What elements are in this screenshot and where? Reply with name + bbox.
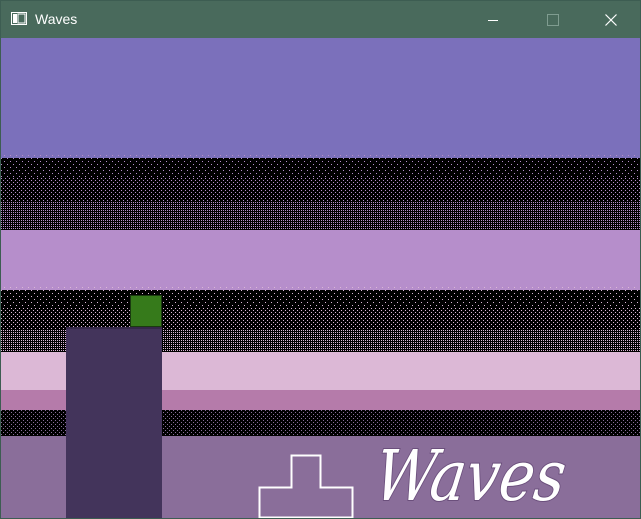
sky-dither-1: [1, 154, 640, 178]
title-bar[interactable]: Waves: [1, 1, 640, 38]
sky-top: [1, 38, 640, 158]
player-block[interactable]: [130, 295, 162, 327]
game-scene: Waves: [1, 38, 640, 518]
sky-dither-5: [1, 308, 640, 330]
minimize-icon: [488, 19, 498, 21]
pillar-edge: [66, 327, 162, 329]
minimize-button[interactable]: [470, 1, 516, 38]
window-title: Waves: [35, 11, 78, 27]
pillar-platform: [66, 327, 162, 518]
sky-dither-2: [1, 178, 640, 202]
close-button[interactable]: [588, 1, 634, 38]
sky-mid: [1, 230, 640, 290]
waves-logo: Waves: [370, 435, 571, 517]
sky-dither-3: [1, 202, 640, 230]
game-viewport[interactable]: Waves: [1, 38, 640, 518]
close-icon: [605, 13, 617, 26]
app-window-icon: [11, 12, 27, 25]
sky-dither-4: [1, 286, 640, 308]
maximize-button[interactable]: [530, 1, 576, 38]
maximize-icon: [547, 13, 559, 26]
game-window: Waves Waves: [0, 0, 641, 519]
